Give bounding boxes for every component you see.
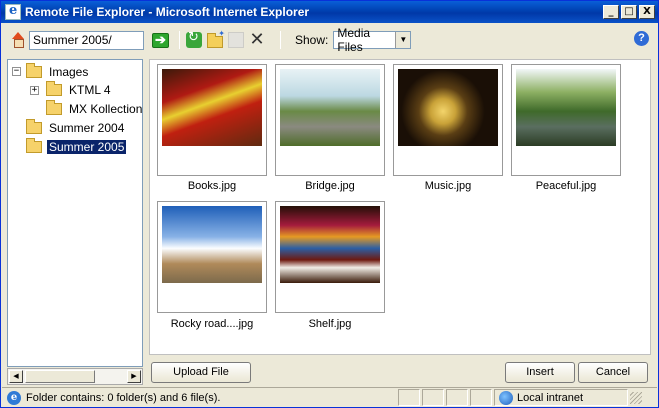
window-title: Remote File Explorer - Microsoft Interne… [25,5,310,19]
file-name[interactable]: Shelf.jpg [271,318,389,330]
status-panel [422,389,444,406]
tree-item-label: Images [49,64,89,79]
tree-horizontal-scrollbar[interactable]: ◀ ▶ [7,368,143,385]
tree-item-label: KTML 4 [69,82,111,97]
file-name[interactable]: Books.jpg [153,180,271,192]
toolbar-separator [179,31,180,49]
show-filter-select[interactable]: Media Files ▼ [333,26,412,54]
globe-icon [499,390,513,405]
image-preview [398,69,498,146]
tree-item-summer-2005[interactable]: Summer 2005 [26,137,128,155]
expand-toggle[interactable]: + [30,86,39,95]
file-thumbnail-music[interactable] [393,64,503,176]
tree-item-label: MX Kollection 3 [69,101,143,116]
folder-icon [26,62,42,78]
delete-icon[interactable]: ✕ [249,31,265,49]
image-preview [162,69,262,146]
show-label: Show: [295,33,329,47]
folder-tree: − Images + KTML 4 MX Kollection 3 Summer… [7,59,143,367]
file-thumbnail-rocky-road[interactable] [157,201,267,313]
toolbar-separator [280,31,281,49]
folder-open-icon [26,137,42,153]
tree-item-images[interactable]: Images [26,62,90,80]
title-bar: Remote File Explorer - Microsoft Interne… [1,1,658,23]
image-preview [280,69,380,146]
tree-item-mx-kollection-3[interactable]: MX Kollection 3 [46,99,143,117]
file-name[interactable]: Music.jpg [389,180,507,192]
status-panel [398,389,420,406]
path-input[interactable] [29,30,144,50]
security-zone[interactable]: Local intranet [494,389,628,406]
resize-grip[interactable] [630,391,642,404]
toolbar: ➔ ✕ Show: Media Files ▼ ? [2,25,657,55]
folder-icon [26,118,42,134]
minimize-button[interactable]: _ [603,5,619,19]
maximize-button[interactable]: □ [621,5,637,19]
tree-item-label: Summer 2004 [49,120,125,135]
status-text: Folder contains: 0 folder(s) and 6 file(… [26,391,221,404]
home-icon[interactable] [10,32,26,48]
image-preview [162,206,262,283]
file-thumbnail-shelf[interactable] [275,201,385,313]
cancel-button[interactable]: Cancel [578,362,648,383]
refresh-icon[interactable] [186,30,202,48]
collapse-toggle[interactable]: − [12,67,21,76]
file-name[interactable]: Rocky road....jpg [153,318,271,330]
ie-page-icon: e [7,390,21,405]
scroll-thumb[interactable] [25,370,95,383]
file-thumbnail-peaceful[interactable] [511,64,621,176]
browser-window: Remote File Explorer - Microsoft Interne… [0,0,659,408]
file-thumbnail-books[interactable] [157,64,267,176]
image-preview [280,206,380,283]
file-thumbnail-grid: Books.jpg Bridge.jpg Music.jpg Peaceful.… [149,59,651,355]
show-filter-value: Media Files [337,26,371,54]
go-arrow-icon[interactable]: ➔ [152,32,169,48]
upload-file-button[interactable]: Upload File [151,362,251,383]
scroll-right-icon[interactable]: ▶ [127,370,141,383]
file-name[interactable]: Peaceful.jpg [507,180,625,192]
close-button[interactable]: X [639,5,655,19]
tree-item-label: Summer 2005 [45,138,128,155]
rename-icon[interactable] [228,32,244,48]
zone-label: Local intranet [517,391,584,404]
file-thumbnail-bridge[interactable] [275,64,385,176]
status-panel [446,389,468,406]
scroll-left-icon[interactable]: ◀ [9,370,23,383]
status-bar: e Folder contains: 0 folder(s) and 6 fil… [2,387,657,407]
insert-button[interactable]: Insert [505,362,575,383]
file-name[interactable]: Bridge.jpg [271,180,389,192]
folder-icon [46,80,62,96]
chevron-down-icon[interactable]: ▼ [395,32,411,48]
folder-icon [46,99,62,115]
new-folder-icon[interactable] [207,29,225,48]
tree-item-ktml-4[interactable]: KTML 4 [46,80,113,98]
ie-app-icon [5,3,21,20]
help-icon[interactable]: ? [634,31,649,46]
tree-item-summer-2004[interactable]: Summer 2004 [26,118,126,136]
image-preview [516,69,616,146]
status-panel [470,389,492,406]
